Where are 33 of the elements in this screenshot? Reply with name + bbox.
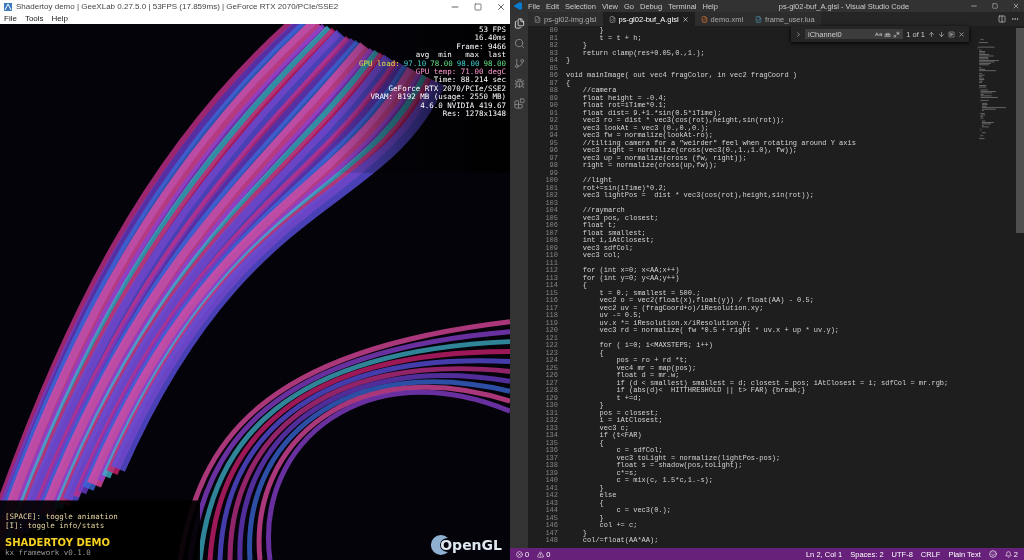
close-icon[interactable] <box>496 1 506 12</box>
menu-item[interactable]: File <box>4 14 17 23</box>
find-in-selection-icon[interactable] <box>948 30 955 38</box>
close-icon[interactable] <box>1012 2 1020 10</box>
file-icon <box>608 15 616 23</box>
logo-text: OpenGL <box>440 537 502 553</box>
demo-title: SHADERTOY DEMO <box>5 537 111 548</box>
close-icon[interactable] <box>958 30 965 38</box>
split-editor-icon[interactable] <box>998 15 1006 23</box>
next-match-icon[interactable] <box>938 30 945 38</box>
search-icon[interactable] <box>513 38 525 49</box>
file-icon <box>534 15 541 23</box>
menu-item[interactable]: Help <box>51 14 69 23</box>
minimize-icon[interactable] <box>970 2 978 10</box>
toggle-replace-icon[interactable] <box>795 30 802 38</box>
previous-match-icon[interactable] <box>928 30 935 38</box>
app-icon <box>514 2 522 10</box>
menu-item[interactable]: Tools <box>24 14 44 23</box>
maximize-icon[interactable] <box>474 2 482 11</box>
more-icon[interactable] <box>1011 15 1019 23</box>
window-title: Shadertoy demo | GeeXLab 0.27.5.0 | 53FPS (17.859ms) | GeForce RTX 2070/PCIe/SSE2 <box>16 2 339 11</box>
file-icon <box>755 15 763 23</box>
match-case-icon[interactable] <box>875 30 883 38</box>
regex-icon[interactable] <box>893 30 901 38</box>
extensions-icon[interactable] <box>513 98 525 109</box>
scrollbar-thumb[interactable] <box>1016 28 1024 233</box>
whole-word-icon[interactable] <box>884 30 892 38</box>
files-icon[interactable] <box>513 18 525 29</box>
smiley-icon[interactable] <box>988 550 997 558</box>
branch-icon[interactable] <box>513 58 525 69</box>
close-icon[interactable] <box>681 15 689 23</box>
bug-icon[interactable] <box>513 78 525 89</box>
file-icon <box>700 15 708 23</box>
